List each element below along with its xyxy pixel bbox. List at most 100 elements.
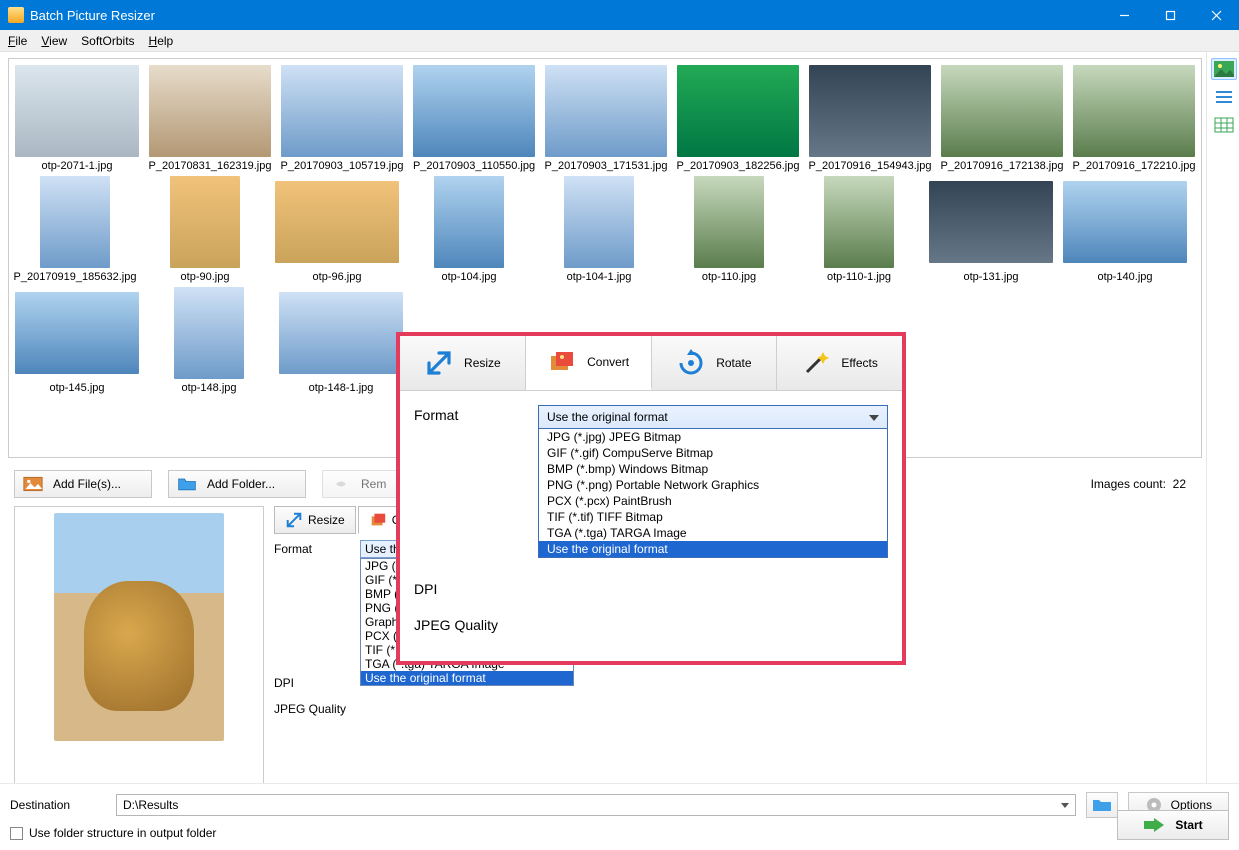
thumbnail-label: otp-148.jpg xyxy=(181,382,236,394)
image-icon xyxy=(23,476,43,492)
menu-file[interactable]: File xyxy=(8,34,27,48)
destination-value: D:\Results xyxy=(123,798,178,812)
thumbnails-icon xyxy=(1214,61,1234,77)
view-thumbnails-button[interactable] xyxy=(1211,58,1237,80)
destination-combobox[interactable]: D:\Results xyxy=(116,794,1076,816)
preview-image xyxy=(54,513,224,741)
thumbnail-image xyxy=(15,287,139,379)
view-details-button[interactable] xyxy=(1211,114,1237,136)
format-option[interactable]: JPG (*.jpg) JPEG Bitmap xyxy=(539,429,887,445)
thumbnail-image xyxy=(809,65,931,157)
window-title: Batch Picture Resizer xyxy=(30,8,155,23)
thumbnail-label: P_20170916_172138.jpg xyxy=(941,160,1064,172)
thumbnail-item[interactable]: otp-104.jpg xyxy=(409,176,529,283)
format-option[interactable]: TIF (*.tif) TIFF Bitmap xyxy=(539,509,887,525)
thumbnail-image xyxy=(941,65,1063,157)
thumbnail-item[interactable]: otp-131.jpg xyxy=(929,176,1053,283)
thumbnail-label: otp-90.jpg xyxy=(181,271,230,283)
thumbnail-image xyxy=(174,287,244,379)
callout-tab-resize[interactable]: Resize xyxy=(400,336,526,390)
thumbnail-item[interactable]: otp-148.jpg xyxy=(149,287,269,394)
thumbnail-item[interactable]: P_20170916_154943.jpg xyxy=(809,65,931,172)
format-option[interactable]: GIF (*.gif) CompuServe Bitmap xyxy=(539,445,887,461)
add-files-label: Add File(s)... xyxy=(53,477,121,491)
callout-tab-effects[interactable]: Effects xyxy=(777,336,902,390)
thumbnail-label: otp-110-1.jpg xyxy=(827,271,891,283)
thumbnail-image xyxy=(1073,65,1195,157)
thumbnail-item[interactable]: otp-2071-1.jpg xyxy=(15,65,139,172)
callout-tab-rotate[interactable]: Rotate xyxy=(652,336,778,390)
tab-resize[interactable]: Resize xyxy=(274,506,356,534)
format-option[interactable]: PNG (*.png) Portable Network Graphics xyxy=(539,477,887,493)
format-option[interactable]: PCX (*.pcx) PaintBrush xyxy=(539,493,887,509)
thumbnail-image xyxy=(824,176,894,268)
thumbnail-label: otp-96.jpg xyxy=(313,271,362,283)
thumbnail-item[interactable]: P_20170903_110550.jpg xyxy=(413,65,535,172)
thumbnail-item[interactable]: otp-110-1.jpg xyxy=(799,176,919,283)
maximize-button[interactable] xyxy=(1147,0,1193,30)
format-option[interactable]: BMP (*.bmp) Windows Bitmap xyxy=(539,461,887,477)
browse-destination-button[interactable] xyxy=(1086,792,1118,818)
add-folder-label: Add Folder... xyxy=(207,477,275,491)
callout-tab-resize-label: Resize xyxy=(464,356,501,370)
menu-help[interactable]: Help xyxy=(149,34,174,48)
add-folder-button[interactable]: Add Folder... xyxy=(168,470,306,498)
thumbnail-label: P_20170916_172210.jpg xyxy=(1073,160,1196,172)
thumbnail-image xyxy=(434,176,504,268)
thumbnail-item[interactable]: P_20170831_162319.jpg xyxy=(149,65,271,172)
menu-bar: File View SoftOrbits Help xyxy=(0,30,1239,52)
remove-button[interactable]: Rem xyxy=(322,470,401,498)
thumbnail-item[interactable]: P_20170916_172138.jpg xyxy=(941,65,1063,172)
thumbnail-item[interactable]: otp-104-1.jpg xyxy=(539,176,659,283)
close-button[interactable] xyxy=(1193,0,1239,30)
thumbnail-item[interactable]: P_20170903_105719.jpg xyxy=(281,65,403,172)
thumbnail-image xyxy=(40,176,110,268)
add-files-button[interactable]: Add File(s)... xyxy=(14,470,152,498)
thumbnail-item[interactable]: otp-96.jpg xyxy=(275,176,399,283)
callout-tab-rotate-label: Rotate xyxy=(716,356,751,370)
callout-format-dropdown-list[interactable]: JPG (*.jpg) JPEG BitmapGIF (*.gif) Compu… xyxy=(538,429,888,558)
convert-icon xyxy=(369,511,387,529)
callout-jpeg-label: JPEG Quality xyxy=(414,615,538,633)
thumbnail-item[interactable]: P_20170903_171531.jpg xyxy=(545,65,667,172)
thumbnail-label: otp-140.jpg xyxy=(1097,271,1152,283)
thumbnail-label: P_20170903_110550.jpg xyxy=(413,160,535,172)
use-folder-structure-label: Use folder structure in output folder xyxy=(29,826,216,840)
thumbnail-item[interactable]: P_20170919_185632.jpg xyxy=(15,176,135,283)
format-option[interactable]: Use the original format xyxy=(539,541,887,557)
thumbnail-item[interactable]: otp-110.jpg xyxy=(669,176,789,283)
use-folder-structure-checkbox[interactable] xyxy=(10,827,23,840)
remove-label: Rem xyxy=(361,477,386,491)
remove-icon xyxy=(331,476,351,492)
thumbnail-item[interactable]: otp-140.jpg xyxy=(1063,176,1187,283)
thumbnail-label: P_20170916_154943.jpg xyxy=(809,160,932,172)
images-count-label: Images count: xyxy=(1091,477,1166,491)
thumbnail-image xyxy=(564,176,634,268)
thumbnail-item[interactable]: otp-90.jpg xyxy=(145,176,265,283)
menu-softorbits[interactable]: SoftOrbits xyxy=(81,34,134,48)
callout-tab-convert[interactable]: Convert xyxy=(526,336,652,390)
thumbnail-item[interactable]: P_20170916_172210.jpg xyxy=(1073,65,1195,172)
start-button[interactable]: Start xyxy=(1117,810,1229,840)
dpi-label-small: DPI xyxy=(274,676,360,690)
callout-popup: Resize Convert Rotate Effects Format Use… xyxy=(396,332,906,665)
view-sidebar xyxy=(1206,52,1239,850)
thumbnail-item[interactable]: otp-145.jpg xyxy=(15,287,139,394)
thumbnail-item[interactable]: otp-148-1.jpg xyxy=(279,287,403,394)
images-count-value: 22 xyxy=(1173,477,1186,491)
thumbnail-label: otp-145.jpg xyxy=(49,382,104,394)
minimize-button[interactable] xyxy=(1101,0,1147,30)
format-option[interactable]: Use the original format xyxy=(361,671,573,685)
thumbnail-label: otp-2071-1.jpg xyxy=(42,160,113,172)
thumbnail-label: P_20170903_105719.jpg xyxy=(281,160,404,172)
menu-view[interactable]: View xyxy=(41,34,67,48)
view-list-button[interactable] xyxy=(1211,86,1237,108)
start-label: Start xyxy=(1175,818,1202,832)
format-option[interactable]: TGA (*.tga) TARGA Image xyxy=(539,525,887,541)
thumbnail-label: P_20170903_182256.jpg xyxy=(677,160,800,172)
thumbnail-image xyxy=(15,65,139,157)
bottom-bar: Destination D:\Results Options Use folde… xyxy=(0,783,1239,850)
callout-format-select[interactable]: Use the original format xyxy=(538,405,888,429)
thumbnail-item[interactable]: P_20170903_182256.jpg xyxy=(677,65,799,172)
app-icon xyxy=(8,7,24,23)
